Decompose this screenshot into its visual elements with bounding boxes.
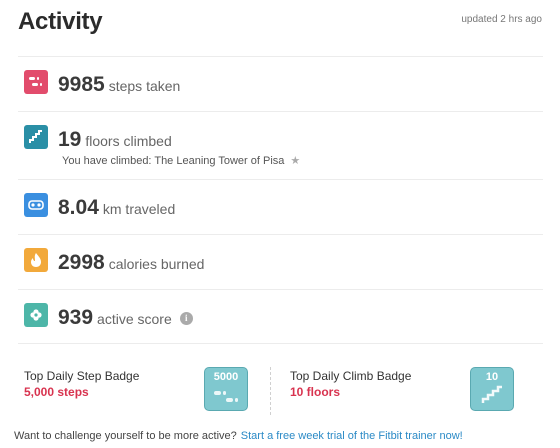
flower-icon <box>24 303 48 327</box>
footer-cta: Want to challenge yourself to be more ac… <box>14 430 463 442</box>
distance-icon <box>24 193 48 217</box>
footer-prompt: Want to challenge yourself to be more ac… <box>14 430 237 442</box>
score-unit: active score <box>97 311 172 327</box>
footsteps-icon <box>24 70 48 94</box>
page-title: Activity <box>18 8 103 35</box>
climb-badge-label: Top Daily Climb Badge <box>290 369 412 383</box>
stairs-icon <box>24 125 48 149</box>
badge-divider <box>270 367 271 415</box>
badges-section: Top Daily Step Badge 5,000 steps 5000 To… <box>0 355 560 425</box>
metrics-list: 9985 steps taken 19 floors climbed You hav… <box>18 56 543 344</box>
floors-achievement: You have climbed: The Leaning Tower of P… <box>62 154 300 167</box>
calories-unit: calories burned <box>108 256 205 272</box>
step-badge-label: Top Daily Step Badge <box>24 369 140 383</box>
metric-row-steps: 9985 steps taken <box>18 56 543 111</box>
step-badge-info: Top Daily Step Badge 5,000 steps <box>24 369 139 399</box>
metric-row-calories: 2998 calories burned <box>18 234 543 289</box>
step-badge-value: 5,000 steps <box>24 385 89 399</box>
activity-panel: Activity updated 2 hrs ago 9985 steps tak… <box>0 0 560 448</box>
score-value: 939 <box>58 306 94 329</box>
climb-badge-info: Top Daily Climb Badge 10 floors <box>290 369 411 399</box>
metric-row-score: 939 active score i <box>18 289 543 344</box>
floors-unit: floors climbed <box>85 133 172 149</box>
step-badge-icon[interactable]: 5000 <box>204 367 248 411</box>
climb-badge-value: 10 floors <box>290 385 341 399</box>
floors-achievement-text: You have climbed: The Leaning Tower of P… <box>62 155 285 167</box>
floors-value: 19 <box>58 128 82 151</box>
climb-badge-icon[interactable]: 10 <box>470 367 514 411</box>
distance-unit: km traveled <box>102 201 176 217</box>
trainer-trial-link[interactable]: Start a free week trial of the Fitbit tr… <box>241 430 463 442</box>
info-icon[interactable]: i <box>179 312 193 325</box>
distance-value: 8.04 <box>58 196 99 219</box>
steps-value: 9985 <box>58 73 105 96</box>
flame-icon <box>24 248 48 272</box>
star-icon[interactable]: ★ <box>290 155 300 167</box>
metric-row-floors: 19 floors climbed You have climbed: The L… <box>18 111 543 179</box>
updated-timestamp: updated 2 hrs ago <box>461 14 542 25</box>
calories-value: 2998 <box>58 251 105 274</box>
metric-row-distance: 8.04 km traveled <box>18 179 543 234</box>
steps-unit: steps taken <box>108 78 181 94</box>
